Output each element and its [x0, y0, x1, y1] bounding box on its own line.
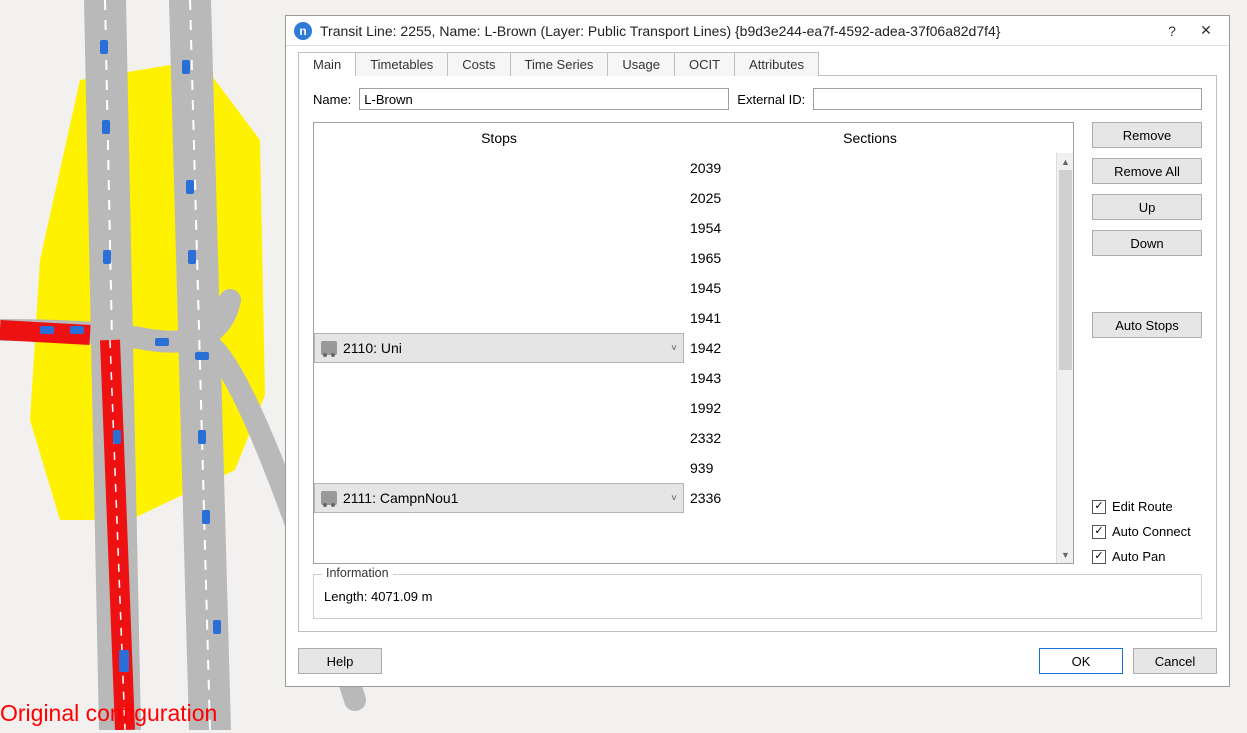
titlebar: n Transit Line: 2255, Name: L-Brown (Lay…: [286, 16, 1229, 46]
app-icon: n: [294, 22, 312, 40]
table-row[interactable]: 2025: [314, 183, 1056, 213]
chevron-down-icon[interactable]: ˅: [671, 493, 677, 504]
tab-attributes[interactable]: Attributes: [735, 52, 819, 76]
tabs: Main Timetables Costs Time Series Usage …: [298, 52, 1217, 76]
caption-original-configuration: Original configuration: [0, 700, 217, 727]
stops-sections-table: Stops Sections 2039202519541965194519412…: [313, 122, 1074, 564]
section-value: 1943: [684, 370, 1056, 386]
table-row[interactable]: 1992: [314, 393, 1056, 423]
chevron-down-icon[interactable]: ˅: [671, 343, 677, 354]
transit-line-dialog: n Transit Line: 2255, Name: L-Brown (Lay…: [285, 15, 1230, 687]
section-value: 1954: [684, 220, 1056, 236]
section-value: 1941: [684, 310, 1056, 326]
table-row[interactable]: 1965: [314, 243, 1056, 273]
tab-timetables[interactable]: Timetables: [356, 52, 448, 76]
external-id-label: External ID:: [737, 92, 805, 107]
tab-usage[interactable]: Usage: [608, 52, 675, 76]
section-value: 939: [684, 460, 1056, 476]
help-button[interactable]: Help: [298, 648, 382, 674]
column-header-sections: Sections: [684, 130, 1056, 146]
dialog-title: Transit Line: 2255, Name: L-Brown (Layer…: [320, 23, 1153, 39]
help-titlebar-button[interactable]: ?: [1157, 19, 1187, 43]
table-row[interactable]: 1941: [314, 303, 1056, 333]
scrollbar[interactable]: ▲ ▼: [1056, 153, 1073, 563]
auto-pan-label: Auto Pan: [1112, 549, 1166, 564]
tab-costs[interactable]: Costs: [448, 52, 510, 76]
section-value: 2336: [684, 490, 1056, 506]
section-value: 1945: [684, 280, 1056, 296]
section-value: 2039: [684, 160, 1056, 176]
bus-icon: [321, 491, 337, 505]
edit-route-checkbox[interactable]: ✓ Edit Route: [1092, 499, 1202, 514]
table-row[interactable]: 2039: [314, 153, 1056, 183]
name-input[interactable]: [359, 88, 729, 110]
table-row[interactable]: 2111: CampnNou1 ˅ 2336: [314, 483, 1056, 513]
close-titlebar-button[interactable]: ✕: [1191, 19, 1221, 43]
stop-combo[interactable]: 2110: Uni ˅: [314, 333, 684, 363]
auto-stops-button[interactable]: Auto Stops: [1092, 312, 1202, 338]
section-value: 2025: [684, 190, 1056, 206]
stop-combo[interactable]: 2111: CampnNou1 ˅: [314, 483, 684, 513]
table-row[interactable]: 1945: [314, 273, 1056, 303]
side-buttons: Remove Remove All Up Down Auto Stops ✓ E…: [1092, 122, 1202, 564]
auto-pan-checkbox[interactable]: ✓ Auto Pan: [1092, 549, 1202, 564]
tab-main[interactable]: Main: [298, 52, 356, 76]
up-button[interactable]: Up: [1092, 194, 1202, 220]
scroll-thumb[interactable]: [1059, 170, 1072, 370]
remove-button[interactable]: Remove: [1092, 122, 1202, 148]
cancel-button[interactable]: Cancel: [1133, 648, 1217, 674]
table-row[interactable]: 1954: [314, 213, 1056, 243]
tab-ocit[interactable]: OCIT: [675, 52, 735, 76]
scroll-up-icon[interactable]: ▲: [1057, 153, 1073, 170]
checkmark-icon: ✓: [1092, 550, 1106, 564]
edit-route-label: Edit Route: [1112, 499, 1173, 514]
column-header-stops: Stops: [314, 130, 684, 146]
length-value: Length: 4071.09 m: [324, 589, 1191, 604]
remove-all-button[interactable]: Remove All: [1092, 158, 1202, 184]
stop-label: 2111: CampnNou1: [343, 490, 665, 506]
information-legend: Information: [322, 566, 393, 580]
tab-time-series[interactable]: Time Series: [511, 52, 609, 76]
name-label: Name:: [313, 92, 351, 107]
bus-icon: [321, 341, 337, 355]
down-button[interactable]: Down: [1092, 230, 1202, 256]
auto-connect-checkbox[interactable]: ✓ Auto Connect: [1092, 524, 1202, 539]
stop-label: 2110: Uni: [343, 340, 665, 356]
external-id-input[interactable]: [813, 88, 1202, 110]
section-value: 2332: [684, 430, 1056, 446]
section-value: 1992: [684, 400, 1056, 416]
checkmark-icon: ✓: [1092, 500, 1106, 514]
section-value: 1942: [684, 340, 1056, 356]
section-value: 1965: [684, 250, 1056, 266]
table-row[interactable]: 1943: [314, 363, 1056, 393]
ok-button[interactable]: OK: [1039, 648, 1123, 674]
table-row[interactable]: 2110: Uni ˅ 1942: [314, 333, 1056, 363]
auto-connect-label: Auto Connect: [1112, 524, 1191, 539]
tab-body-main: Name: External ID: Stops Sections 2039 20…: [298, 75, 1217, 632]
scroll-down-icon[interactable]: ▼: [1057, 546, 1073, 563]
information-box: Information Length: 4071.09 m: [313, 574, 1202, 619]
checkmark-icon: ✓: [1092, 525, 1106, 539]
table-row[interactable]: 2332: [314, 423, 1056, 453]
table-row[interactable]: 939: [314, 453, 1056, 483]
